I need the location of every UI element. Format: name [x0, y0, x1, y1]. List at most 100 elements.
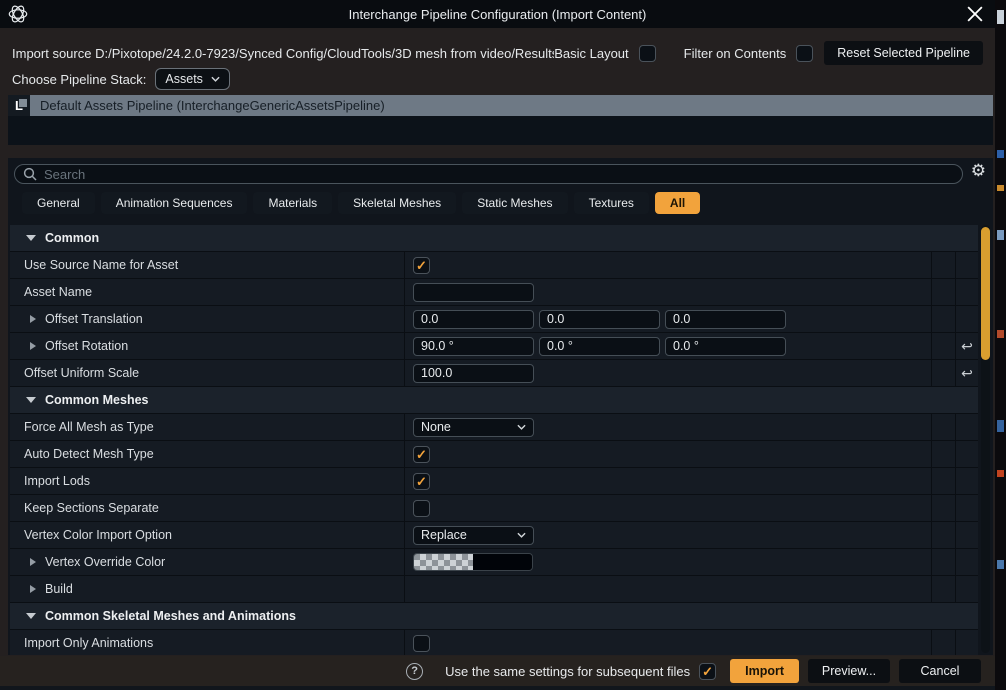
- spacer-cell: [931, 549, 955, 575]
- spacer-cell: [931, 333, 955, 359]
- property-row-vertex-override-color: Vertex Override Color: [10, 549, 978, 576]
- collapse-triangle-icon[interactable]: [26, 613, 36, 619]
- pipeline-stack-row: Choose Pipeline Stack: Assets: [12, 68, 230, 90]
- spacer-cell: [931, 252, 955, 278]
- property-row-offset-translation: Offset Translation: [10, 306, 978, 333]
- cancel-button[interactable]: Cancel: [899, 659, 981, 683]
- spacer-cell: [931, 495, 955, 521]
- filter-on-contents-label: Filter on Contents: [684, 46, 787, 61]
- section-label: Common Skeletal Meshes and Animations: [45, 609, 296, 623]
- app-logo-icon: [7, 3, 29, 25]
- pipeline-item-label: Default Assets Pipeline (InterchangeGene…: [40, 98, 385, 113]
- property-label: Build: [45, 582, 73, 596]
- section-header-common-meshes[interactable]: Common Meshes: [10, 387, 978, 414]
- property-value-cell: ✓: [404, 252, 931, 278]
- property-label-cell: Asset Name: [10, 279, 404, 305]
- offset-rotation-field-1[interactable]: [539, 337, 660, 356]
- offset-translation-field-0[interactable]: [413, 310, 534, 329]
- import-lods-checkbox[interactable]: ✓: [413, 473, 430, 490]
- reset-cell: [955, 630, 978, 655]
- collapse-triangle-icon[interactable]: [26, 235, 36, 241]
- property-label-cell: Force All Mesh as Type: [10, 414, 404, 440]
- section-label: Common Meshes: [45, 393, 149, 407]
- asset-name-field[interactable]: [413, 283, 534, 302]
- settings-gear-icon[interactable]: ⚙: [971, 161, 986, 181]
- offset-translation-field-2[interactable]: [665, 310, 786, 329]
- chevron-down-icon: [517, 423, 526, 432]
- spacer-cell: [931, 441, 955, 467]
- search-input[interactable]: [44, 167, 954, 182]
- property-value-cell: [404, 306, 931, 332]
- offset-uniform-scale-field[interactable]: [413, 364, 534, 383]
- interchange-dialog: Interchange Pipeline Configuration (Impo…: [0, 0, 995, 690]
- search-icon: [23, 167, 37, 181]
- reset-cell: [955, 549, 978, 575]
- vertex-override-color-color-swatch[interactable]: [413, 553, 533, 571]
- property-label-cell: Auto Detect Mesh Type: [10, 441, 404, 467]
- same-settings-label: Use the same settings for subsequent fil…: [445, 664, 690, 679]
- tab-all[interactable]: All: [655, 192, 700, 214]
- spacer-cell: [931, 630, 955, 655]
- chevron-down-icon: [211, 75, 220, 84]
- tab-skeletal-meshes[interactable]: Skeletal Meshes: [338, 192, 456, 214]
- vertex-color-import-option-dropdown[interactable]: Replace: [413, 526, 534, 545]
- property-label: Auto Detect Mesh Type: [24, 447, 154, 461]
- vertical-scrollbar[interactable]: [981, 225, 990, 653]
- scrollbar-thumb[interactable]: [981, 227, 990, 360]
- expander-triangle-icon[interactable]: [30, 342, 36, 350]
- import-header-row: Import source D:/Pixotope/24.2.0-7923/Sy…: [12, 41, 983, 65]
- force-all-mesh-as-type-dropdown[interactable]: None: [413, 418, 534, 437]
- tab-static-meshes[interactable]: Static Meshes: [462, 192, 567, 214]
- transparent-checker: [414, 554, 473, 570]
- property-value-cell: [404, 576, 931, 602]
- collapse-triangle-icon[interactable]: [26, 397, 36, 403]
- import-source-text: Import source D:/Pixotope/24.2.0-7923/Sy…: [12, 46, 554, 61]
- tab-animation-sequences[interactable]: Animation Sequences: [101, 192, 248, 214]
- pipeline-stack-dropdown[interactable]: Assets: [155, 68, 230, 90]
- property-label-cell: Offset Translation: [10, 306, 404, 332]
- pipeline-properties-panel: ⚙ General Animation SequencesMaterials Ske…: [8, 158, 993, 655]
- offset-translation-field-1[interactable]: [539, 310, 660, 329]
- keep-sections-separate-checkbox[interactable]: ✓: [413, 500, 430, 517]
- spacer-cell: [931, 576, 955, 602]
- import-button[interactable]: Import: [730, 659, 799, 683]
- close-icon[interactable]: [967, 6, 983, 22]
- filter-on-contents-checkbox[interactable]: ✓: [796, 45, 813, 62]
- expander-triangle-icon[interactable]: [30, 558, 36, 566]
- section-header-common[interactable]: Common: [10, 225, 978, 252]
- offset-rotation-field-0[interactable]: [413, 337, 534, 356]
- auto-detect-mesh-type-checkbox[interactable]: ✓: [413, 446, 430, 463]
- same-settings-checkbox[interactable]: ✓: [699, 663, 716, 680]
- reset-to-default-icon[interactable]: ↩: [961, 366, 973, 380]
- basic-layout-checkbox[interactable]: ✓: [639, 45, 656, 62]
- expander-triangle-icon[interactable]: [30, 585, 36, 593]
- reset-selected-pipeline-button[interactable]: Reset Selected Pipeline: [824, 41, 983, 65]
- property-label: Asset Name: [24, 285, 92, 299]
- reset-cell: [955, 414, 978, 440]
- pipeline-list-item-selected[interactable]: L Default Assets Pipeline (InterchangeGe…: [8, 95, 993, 116]
- reset-to-default-icon[interactable]: ↩: [961, 339, 973, 353]
- reset-cell: ↩: [955, 360, 978, 386]
- property-label-cell: Vertex Override Color: [10, 549, 404, 575]
- property-label: Import Lods: [24, 474, 90, 488]
- property-label-cell: Import Only Animations: [10, 630, 404, 655]
- offset-rotation-field-2[interactable]: [665, 337, 786, 356]
- expander-triangle-icon[interactable]: [30, 315, 36, 323]
- property-label: Vertex Color Import Option: [24, 528, 172, 542]
- use-source-name-for-asset-checkbox[interactable]: ✓: [413, 257, 430, 274]
- search-bar[interactable]: [14, 164, 963, 184]
- tab-materials[interactable]: Materials: [253, 192, 332, 214]
- bottom-edge: [0, 686, 995, 690]
- help-icon[interactable]: ?: [406, 663, 423, 680]
- tab-general[interactable]: General: [22, 192, 95, 214]
- import-only-animations-checkbox[interactable]: ✓: [413, 635, 430, 652]
- tab-textures[interactable]: Textures: [574, 192, 649, 214]
- property-label: Import Only Animations: [24, 636, 153, 650]
- property-value-cell: ✓: [404, 468, 931, 494]
- reset-cell: [955, 522, 978, 548]
- property-row-import-only-animations: Import Only Animations ✓: [10, 630, 978, 655]
- section-header-common-skeletal-meshes-and-animations[interactable]: Common Skeletal Meshes and Animations: [10, 603, 978, 630]
- property-value-cell: Replace: [404, 522, 931, 548]
- spacer-cell: [931, 360, 955, 386]
- preview-button[interactable]: Preview...: [808, 659, 890, 683]
